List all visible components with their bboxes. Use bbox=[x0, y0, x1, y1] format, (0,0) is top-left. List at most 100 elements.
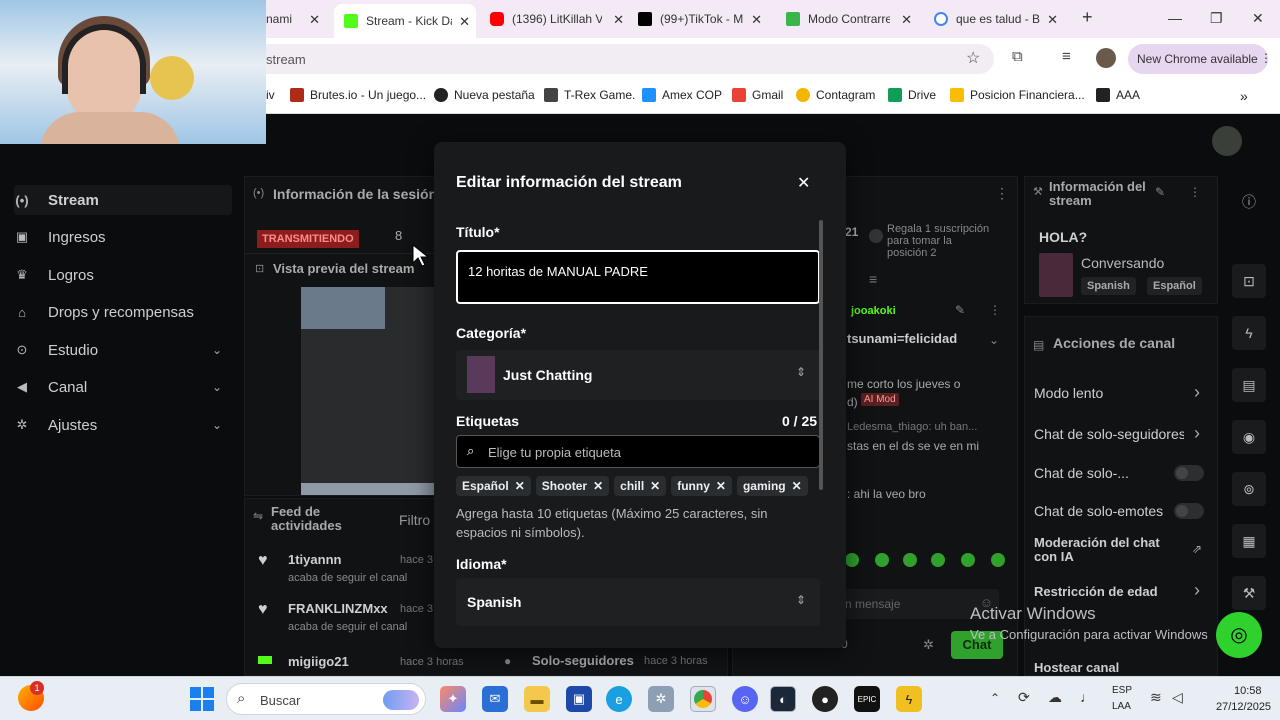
sidebar-item-logros[interactable]: ♛ Logros bbox=[14, 260, 232, 290]
chevron-down-icon[interactable]: ⌄ bbox=[989, 333, 999, 347]
support-chat-icon[interactable]: ◎ bbox=[1216, 612, 1262, 658]
more-options-icon[interactable]: ⋮ bbox=[995, 185, 1009, 202]
url-input[interactable]: stream bbox=[266, 44, 994, 74]
discord-icon[interactable]: ☺ bbox=[732, 686, 758, 712]
bookmark-item[interactable]: AAA bbox=[1096, 88, 1140, 102]
maximize-icon[interactable]: ❐ bbox=[1210, 10, 1223, 27]
epic-games-icon[interactable]: EPIC bbox=[854, 686, 880, 712]
leaderboard-icon[interactable]: ≡ bbox=[869, 271, 877, 287]
tag-chip[interactable]: Shooter ✕ bbox=[535, 476, 610, 496]
browser-tab-5[interactable]: que es talud - Bu ✕ bbox=[934, 6, 1064, 32]
bookmark-item[interactable]: iv bbox=[266, 88, 275, 102]
channel-action-ai-mod[interactable]: Moderación del chat con IA bbox=[1034, 536, 1184, 564]
bookmark-item[interactable]: Amex COP bbox=[642, 88, 722, 102]
taskbar-search[interactable]: ⌕ Buscar bbox=[226, 683, 426, 715]
bookmark-item[interactable]: Drive bbox=[888, 88, 936, 102]
channel-action-host[interactable]: Hostear canal bbox=[1034, 660, 1119, 675]
rail-wrench-icon[interactable]: ⚒ bbox=[1232, 576, 1266, 610]
remove-tag-icon[interactable]: ✕ bbox=[650, 479, 660, 493]
channel-action-slow-mode[interactable]: Modo lento bbox=[1034, 385, 1103, 401]
language-indicator[interactable]: ESP bbox=[1112, 685, 1132, 696]
tag-chip[interactable]: gaming ✕ bbox=[736, 476, 808, 496]
info-icon[interactable]: ⓘ bbox=[1242, 192, 1256, 212]
rail-chat-icon[interactable]: ◉ bbox=[1232, 420, 1266, 454]
browser-tab-1[interactable]: Stream - Kick Da ✕ bbox=[334, 4, 476, 38]
bookmark-item[interactable]: Gmail bbox=[732, 88, 783, 102]
tray-cloud-icon[interactable]: ☁ bbox=[1048, 689, 1062, 706]
weather-icon[interactable]: 1 bbox=[18, 681, 44, 711]
browser-tab-0[interactable]: nami ✕ bbox=[266, 6, 330, 32]
bookmark-item[interactable]: Posicion Financiera... bbox=[950, 88, 1085, 102]
microphone-icon[interactable]: ♩ bbox=[1080, 689, 1094, 705]
emote-icon[interactable] bbox=[931, 553, 945, 567]
channel-action-followers[interactable]: Chat de solo-seguidores bbox=[1034, 426, 1184, 442]
title-input[interactable]: 12 horitas de MANUAL PADRE bbox=[456, 250, 820, 304]
subs-only-toggle[interactable] bbox=[1174, 465, 1204, 481]
new-tab-icon[interactable]: + bbox=[1082, 7, 1093, 28]
emote-icon[interactable] bbox=[961, 553, 975, 567]
clock-time[interactable]: 10:58 bbox=[1234, 685, 1262, 697]
app-icon[interactable]: ϟ bbox=[896, 686, 922, 712]
activity-user[interactable]: migiigo21 bbox=[288, 654, 349, 669]
more-options-icon[interactable]: ⋮ bbox=[989, 303, 1001, 317]
store-icon[interactable]: ▣ bbox=[566, 686, 592, 712]
tray-overflow-icon[interactable]: ⌃ bbox=[990, 691, 1000, 705]
wifi-icon[interactable]: ≋ bbox=[1150, 689, 1162, 706]
user-avatar[interactable] bbox=[1212, 126, 1242, 156]
rail-bolt-icon[interactable]: ϟ bbox=[1232, 316, 1266, 350]
steam-icon[interactable]: ◐ bbox=[770, 686, 796, 712]
language-select[interactable]: Spanish ⇕ bbox=[456, 578, 820, 626]
close-tab-icon[interactable]: ✕ bbox=[901, 12, 912, 28]
activity-user[interactable]: FRANKLINZMxx bbox=[288, 601, 388, 616]
profile-avatar[interactable] bbox=[1096, 48, 1116, 68]
volume-icon[interactable]: ◁ bbox=[1172, 689, 1183, 706]
browser-tab-2[interactable]: (1396) LitKillah V ✕ bbox=[490, 6, 630, 32]
close-tab-icon[interactable]: ✕ bbox=[309, 12, 320, 28]
tags-input[interactable]: ⌕ Elige tu propia etiqueta bbox=[456, 435, 820, 468]
sidebar-item-drops[interactable]: ⌂ Drops y recompensas bbox=[14, 297, 232, 327]
chevron-right-icon[interactable]: › bbox=[1194, 382, 1200, 403]
remove-tag-icon[interactable]: ✕ bbox=[716, 479, 726, 493]
emote-icon[interactable] bbox=[991, 553, 1005, 567]
rail-clip-icon[interactable]: ⊡ bbox=[1232, 264, 1266, 298]
sidebar-item-stream[interactable]: (•) Stream bbox=[14, 185, 232, 215]
emote-icon[interactable] bbox=[903, 553, 917, 567]
copilot-icon[interactable]: ✦ bbox=[440, 686, 466, 712]
remove-tag-icon[interactable]: ✕ bbox=[515, 479, 525, 493]
emotes-only-toggle[interactable] bbox=[1174, 503, 1204, 519]
category-select[interactable]: Just Chatting ⇕ bbox=[456, 350, 820, 400]
outlook-icon[interactable]: ✉ bbox=[482, 686, 508, 712]
close-tab-icon[interactable]: ✕ bbox=[459, 14, 470, 30]
close-tab-icon[interactable]: ✕ bbox=[751, 12, 762, 28]
bookmark-star-icon[interactable]: ☆ bbox=[966, 48, 980, 68]
more-bookmarks-icon[interactable]: » bbox=[1240, 88, 1248, 104]
edit-icon[interactable]: ✎ bbox=[1155, 185, 1165, 199]
browser-tab-3[interactable]: (99+)TikTok - M ✕ bbox=[638, 6, 768, 32]
tray-sync-icon[interactable]: ⟳ bbox=[1018, 689, 1030, 706]
close-tab-icon[interactable]: ✕ bbox=[613, 12, 624, 28]
remove-tag-icon[interactable]: ✕ bbox=[792, 479, 802, 493]
tag-chip[interactable]: funny ✕ bbox=[671, 476, 732, 496]
chevron-right-icon[interactable]: › bbox=[1194, 423, 1200, 444]
rail-broadcast-icon[interactable]: ⊚ bbox=[1232, 472, 1266, 506]
tag-chip[interactable]: Español ✕ bbox=[456, 476, 531, 496]
sidebar-item-ajustes[interactable]: ✲ Ajustes ⌄ bbox=[14, 410, 232, 440]
edge-icon[interactable]: e bbox=[606, 686, 632, 712]
close-modal-icon[interactable]: ✕ bbox=[797, 173, 810, 193]
pin-icon[interactable]: ✎ bbox=[955, 303, 965, 317]
extensions-icon[interactable]: ⧉ bbox=[1012, 48, 1023, 65]
pinned-user[interactable]: jooakoki bbox=[851, 305, 896, 317]
tag-chip[interactable]: chill ✕ bbox=[614, 476, 667, 496]
obs-icon[interactable]: ● bbox=[812, 686, 838, 712]
channel-action-emotes-only[interactable]: Chat de solo-emotes bbox=[1034, 503, 1163, 519]
sidebar-item-estudio[interactable]: ⊙ Estudio ⌄ bbox=[14, 335, 232, 365]
settings-icon[interactable]: ✲ bbox=[648, 686, 674, 712]
gear-icon[interactable]: ✲ bbox=[923, 637, 934, 653]
filter-button[interactable]: Filtro bbox=[399, 512, 430, 528]
bookmark-item[interactable]: Contagram bbox=[796, 88, 875, 102]
emote-icon[interactable] bbox=[845, 553, 859, 567]
remove-tag-icon[interactable]: ✕ bbox=[593, 479, 603, 493]
bookmark-item[interactable]: Nueva pestaña bbox=[434, 88, 535, 102]
modal-scrollbar[interactable] bbox=[819, 220, 823, 490]
windows-start-icon[interactable] bbox=[190, 687, 214, 711]
